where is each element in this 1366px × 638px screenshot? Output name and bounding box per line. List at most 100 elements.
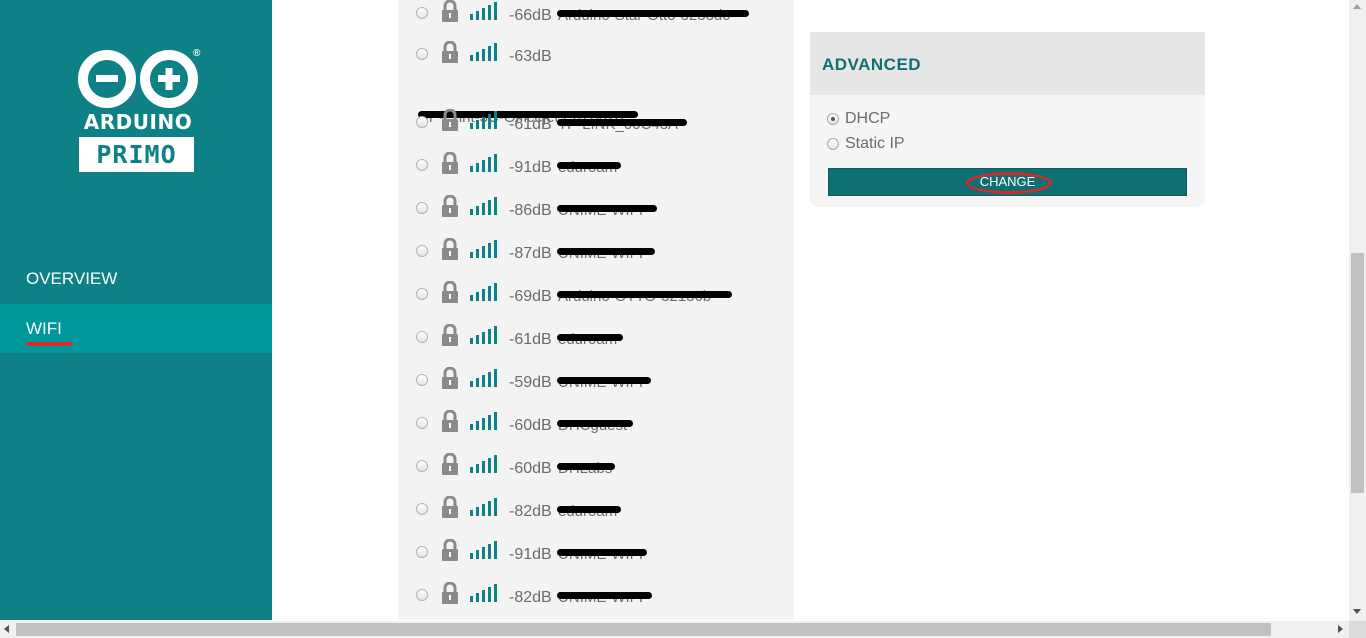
scroll-down-icon[interactable] <box>1353 609 1361 614</box>
lock-icon <box>442 152 458 174</box>
redaction-mark <box>557 10 749 17</box>
network-row[interactable]: -86dBUNIME-WIFI <box>398 189 794 232</box>
signal-strength-icon <box>470 324 500 344</box>
lock-icon <box>442 582 458 604</box>
nav-item-overview[interactable]: OVERVIEW <box>0 254 272 303</box>
network-radio[interactable] <box>416 331 428 343</box>
redaction-mark <box>557 463 615 470</box>
network-row[interactable]: -69dBArduino-OTTO-32136b <box>398 275 794 318</box>
lock-icon <box>442 195 458 217</box>
signal-bar <box>494 2 497 20</box>
signal-bar <box>482 117 485 129</box>
network-row[interactable]: -60dBDHLabs <box>398 447 794 490</box>
signal-bar <box>476 292 479 301</box>
signal-db-label: -60dB <box>509 460 552 477</box>
static-ip-radio[interactable] <box>827 138 839 150</box>
dhcp-radio[interactable] <box>827 113 839 125</box>
signal-bar <box>488 544 491 559</box>
lock-icon <box>442 324 458 346</box>
signal-bar <box>470 338 473 344</box>
signal-db-label: -61dB <box>509 116 552 133</box>
signal-strength-icon <box>470 281 500 301</box>
network-row[interactable]: -59dBUNIME-WIFI <box>398 361 794 404</box>
signal-bar <box>470 295 473 301</box>
signal-db-label: -91dB <box>509 546 552 563</box>
network-row[interactable]: -91dBeduroam <box>398 146 794 189</box>
network-radio[interactable] <box>416 503 428 515</box>
signal-bar <box>488 587 491 602</box>
scroll-up-icon[interactable] <box>1353 4 1361 9</box>
signal-strength-icon <box>470 539 500 559</box>
signal-bar <box>494 43 497 61</box>
network-radio[interactable] <box>416 589 428 601</box>
signal-db-label: -66dB <box>509 7 552 24</box>
signal-bar <box>494 326 497 344</box>
network-radio[interactable] <box>416 374 428 386</box>
advanced-header: ADVANCED <box>810 32 1205 95</box>
redaction-mark <box>557 506 621 513</box>
signal-bar <box>476 11 479 20</box>
signal-bar <box>494 111 497 129</box>
redaction-mark <box>557 205 657 212</box>
scroll-right-icon[interactable] <box>1338 625 1343 633</box>
signal-bar <box>494 455 497 473</box>
network-radio[interactable] <box>416 202 428 214</box>
static-ip-label: Static IP <box>845 135 905 152</box>
signal-bar <box>476 206 479 215</box>
network-row[interactable]: -91dBUNIME-WIFI <box>398 533 794 576</box>
network-row[interactable]: -66dBArduino-Star-Otto-3233d0 <box>398 0 794 37</box>
redaction-mark <box>557 291 732 298</box>
signal-bar <box>488 372 491 387</box>
network-row[interactable]: -82dBeduroam <box>398 490 794 533</box>
signal-bar <box>488 458 491 473</box>
nav-item-wifi[interactable]: WIFI <box>0 304 272 353</box>
network-row[interactable]: -61dBTP-LINK_00C43A <box>398 103 794 146</box>
network-radio[interactable] <box>416 288 428 300</box>
signal-bar <box>470 14 473 20</box>
signal-bar <box>470 55 473 61</box>
lock-icon <box>442 496 458 518</box>
signal-bar <box>476 378 479 387</box>
signal-bar <box>482 547 485 559</box>
change-button[interactable]: CHANGE <box>828 168 1187 196</box>
signal-strength-icon <box>470 152 500 172</box>
wifi-network-list: -66dBArduino-Star-Otto-3233d0-63dBHP-Pri… <box>398 0 794 620</box>
infinity-logo-icon <box>78 50 198 108</box>
signal-strength-icon <box>470 109 500 129</box>
signal-bar <box>488 329 491 344</box>
signal-bar <box>494 498 497 516</box>
network-radio[interactable] <box>416 245 428 257</box>
network-radio[interactable] <box>416 116 428 128</box>
sidebar: ® ARDUINO PRIMO OVERVIEW WIFI <box>0 0 272 620</box>
network-radio[interactable] <box>416 460 428 472</box>
network-row[interactable]: -63dBHP-Print-3C-Officejet Pro 8620 <box>398 35 794 126</box>
network-row[interactable]: -82dBUNIME-WIFI <box>398 576 794 619</box>
network-radio[interactable] <box>416 417 428 429</box>
network-radio[interactable] <box>416 546 428 558</box>
signal-bar <box>470 123 473 129</box>
signal-bar <box>488 46 491 61</box>
registered-mark: ® <box>193 48 201 59</box>
network-row[interactable]: -61dBeduroam <box>398 318 794 361</box>
network-radio[interactable] <box>416 7 428 19</box>
lock-icon <box>442 539 458 561</box>
signal-strength-icon <box>470 367 500 387</box>
signal-bar <box>482 49 485 61</box>
signal-bar <box>488 501 491 516</box>
signal-db-label: -59dB <box>509 374 552 391</box>
redaction-mark <box>557 549 647 556</box>
network-row[interactable]: -60dBDHCguest <box>398 404 794 447</box>
nav-item-label: OVERVIEW <box>26 269 118 288</box>
horizontal-scrollbar[interactable] <box>0 621 1349 638</box>
signal-bar <box>476 464 479 473</box>
network-row[interactable]: -87dBUNIME-WIFI <box>398 232 794 275</box>
network-radio[interactable] <box>416 159 428 171</box>
horizontal-scroll-thumb[interactable] <box>16 623 1271 636</box>
network-radio[interactable] <box>416 48 428 60</box>
scroll-left-icon[interactable] <box>4 625 9 633</box>
signal-db-label: -61dB <box>509 331 552 348</box>
vertical-scrollbar[interactable] <box>1349 0 1366 621</box>
vertical-scroll-thumb[interactable] <box>1351 253 1364 493</box>
signal-bar <box>494 197 497 215</box>
signal-db-label: -86dB <box>509 202 552 219</box>
